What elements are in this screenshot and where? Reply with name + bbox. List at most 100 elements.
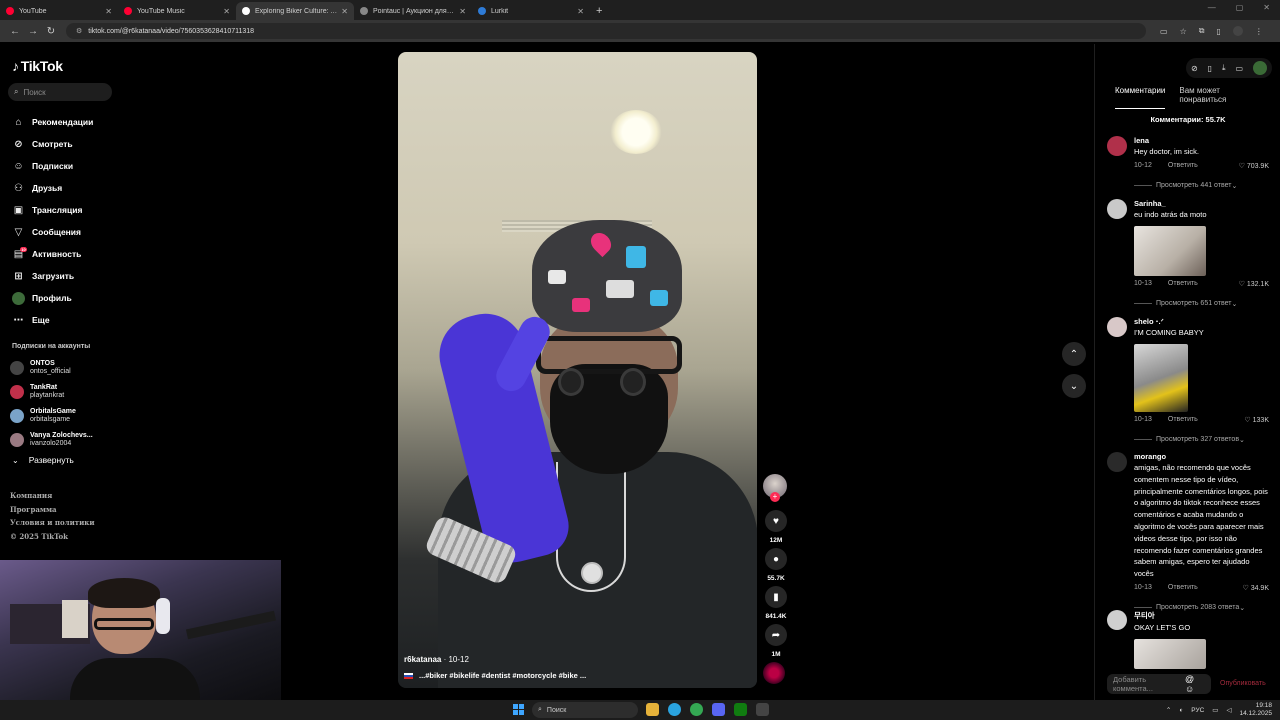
- previous-video-button[interactable]: ⌃: [1062, 342, 1086, 366]
- following-account[interactable]: ONTOS ontos_official: [10, 356, 93, 380]
- download-icon[interactable]: ⤓: [1222, 63, 1226, 73]
- bookmark-star-icon[interactable]: ☆: [1180, 27, 1187, 36]
- footer-link[interactable]: Программа: [10, 503, 95, 517]
- app-icon[interactable]: [756, 703, 769, 716]
- close-tab-icon[interactable]: ✕: [223, 7, 230, 16]
- nav-item-live[interactable]: ▣ Трансляция: [12, 199, 93, 221]
- nav-item-more[interactable]: ⋯ Еще: [12, 309, 93, 331]
- menu-icon[interactable]: ⋮: [1255, 27, 1263, 36]
- comment-username[interactable]: Sarinha_: [1134, 199, 1269, 208]
- reply-button[interactable]: Ответить: [1168, 280, 1198, 287]
- discord-icon[interactable]: [712, 703, 725, 716]
- telegram-icon[interactable]: [668, 703, 681, 716]
- comment-username[interactable]: lena: [1134, 136, 1269, 145]
- close-tab-icon[interactable]: ✕: [577, 7, 584, 16]
- view-replies-button[interactable]: Просмотреть 441 ответ ⌄: [1134, 182, 1269, 190]
- coins-icon[interactable]: ⊘: [1191, 64, 1198, 73]
- next-video-button[interactable]: ⌄: [1062, 374, 1086, 398]
- mention-emoji-icons[interactable]: @ ☺: [1185, 674, 1205, 694]
- view-replies-button[interactable]: Просмотреть 327 ответов ⌄: [1134, 436, 1269, 444]
- browser-tab[interactable]: Pointauc | Аукцион для стрим✕: [354, 2, 472, 20]
- comment-like-button[interactable]: ♡ 133K: [1244, 416, 1269, 424]
- windows-start-icon[interactable]: [513, 704, 524, 715]
- cast-icon[interactable]: ▭: [1160, 27, 1168, 36]
- taskbar-search[interactable]: ⌕ Поиск: [532, 702, 638, 718]
- browser-tab[interactable]: YouTube Music ✕: [118, 2, 236, 20]
- comment-image[interactable]: [1134, 638, 1206, 669]
- footer-link[interactable]: Компания: [10, 489, 95, 503]
- sidebar-icon[interactable]: ▯: [1216, 27, 1220, 36]
- extensions-icon[interactable]: ⧉: [1199, 26, 1205, 36]
- share-icon[interactable]: ➦: [765, 624, 787, 646]
- site-info-icon[interactable]: ⚙: [76, 27, 82, 35]
- tray-clock[interactable]: 19:18 14.12.2025: [1239, 702, 1272, 718]
- view-replies-button[interactable]: Просмотреть 651 ответ ⌄: [1134, 300, 1269, 308]
- video-caption[interactable]: ...#biker #bikelife #dentist #motorcycle…: [404, 671, 586, 680]
- mobile-icon[interactable]: ▯: [1208, 64, 1212, 73]
- reload-icon[interactable]: ↻: [42, 26, 60, 37]
- tab-you-may-like[interactable]: Вам может понравиться: [1179, 86, 1266, 109]
- video-player[interactable]: r6katanaa · 10-12 ...#biker #bikelife #d…: [398, 52, 757, 688]
- following-account[interactable]: OrbitalsGame orbitalsgame: [10, 404, 93, 428]
- nav-item-activity[interactable]: ▤ Активность 10: [12, 243, 93, 265]
- close-tab-icon[interactable]: ✕: [459, 7, 466, 16]
- reply-button[interactable]: Ответить: [1168, 584, 1198, 591]
- tray-chevron-icon[interactable]: ⌃: [1166, 706, 1171, 714]
- comment-username[interactable]: morango: [1134, 452, 1269, 461]
- reply-button[interactable]: Ответить: [1168, 162, 1198, 169]
- profile-avatar[interactable]: [1232, 26, 1243, 36]
- like-action[interactable]: ♥ 12M: [763, 510, 789, 544]
- nav-item-home[interactable]: ⌂ Рекомендации: [12, 111, 93, 133]
- browser-tab[interactable]: YouTube ✕: [0, 2, 118, 20]
- comment-like-button[interactable]: ♡ 703.9K: [1239, 162, 1269, 170]
- minimize-icon[interactable]: —: [1208, 3, 1216, 12]
- comment-username[interactable]: 무티아: [1134, 610, 1269, 621]
- network-icon[interactable]: ▭: [1212, 706, 1218, 714]
- explorer-icon[interactable]: [646, 703, 659, 716]
- nav-item-profile[interactable]: Профиль: [12, 287, 93, 309]
- share-action[interactable]: ➦ 1M: [763, 624, 789, 658]
- forward-icon[interactable]: →: [24, 26, 42, 37]
- comment-image[interactable]: [1134, 225, 1206, 276]
- video-author[interactable]: r6katanaa: [404, 655, 441, 664]
- add-comment-input[interactable]: Добавить коммента... @ ☺: [1107, 674, 1211, 694]
- footer-link[interactable]: Условия и политики: [10, 516, 95, 530]
- tiktok-logo[interactable]: ♪ TikTok: [12, 58, 63, 74]
- back-icon[interactable]: ←: [6, 26, 24, 37]
- new-tab-button[interactable]: +: [596, 2, 602, 20]
- following-account[interactable]: TankRat playtankrat: [10, 380, 93, 404]
- comment-like-button[interactable]: ♡ 34.9K: [1242, 584, 1269, 592]
- tab-comments[interactable]: Комментарии: [1115, 86, 1166, 109]
- inbox-icon[interactable]: ▭: [1235, 64, 1243, 73]
- following-account[interactable]: Vanya Zolochevs... ivanzolo2004: [10, 428, 93, 452]
- close-tab-icon[interactable]: ✕: [341, 7, 348, 16]
- comment-username[interactable]: shelo ⋅.ᐟ: [1134, 317, 1269, 326]
- chrome-icon[interactable]: [690, 703, 703, 716]
- commenter-avatar[interactable]: [1107, 452, 1127, 472]
- nav-item-upload[interactable]: ⊞ Загрузить: [12, 265, 93, 287]
- maximize-icon[interactable]: ▢: [1236, 3, 1244, 12]
- xbox-icon[interactable]: [734, 703, 747, 716]
- post-comment-button[interactable]: Опубликовать: [1220, 680, 1266, 687]
- comment-action[interactable]: ● 55.7K: [763, 548, 789, 582]
- search-input[interactable]: ⌕ Поиск: [8, 83, 112, 101]
- browser-tab[interactable]: Exploring Biker Culture: A D ✕: [236, 2, 354, 20]
- music-disc-icon[interactable]: [763, 662, 785, 684]
- follow-plus-icon[interactable]: +: [770, 492, 780, 502]
- volume-icon[interactable]: ◁: [1226, 706, 1231, 714]
- close-tab-icon[interactable]: ✕: [105, 7, 112, 16]
- nav-item-friends[interactable]: ⚇ Друзья: [12, 177, 93, 199]
- bookmark-icon[interactable]: ▮: [765, 586, 787, 608]
- heart-icon[interactable]: ♥: [765, 510, 787, 532]
- comment-image[interactable]: [1134, 343, 1188, 412]
- nav-item-compass[interactable]: ⊘ Смотреть: [12, 133, 93, 155]
- reply-button[interactable]: Ответить: [1168, 416, 1198, 423]
- user-avatar[interactable]: [1253, 61, 1267, 75]
- tray-lang[interactable]: РУС: [1191, 707, 1204, 714]
- commenter-avatar[interactable]: [1107, 199, 1127, 219]
- tray-app-icon[interactable]: ◐: [1179, 707, 1183, 714]
- creator-avatar[interactable]: +: [763, 474, 787, 502]
- comment-like-button[interactable]: ♡ 132.1K: [1239, 280, 1269, 288]
- comment-icon[interactable]: ●: [765, 548, 787, 570]
- commenter-avatar[interactable]: [1107, 610, 1127, 630]
